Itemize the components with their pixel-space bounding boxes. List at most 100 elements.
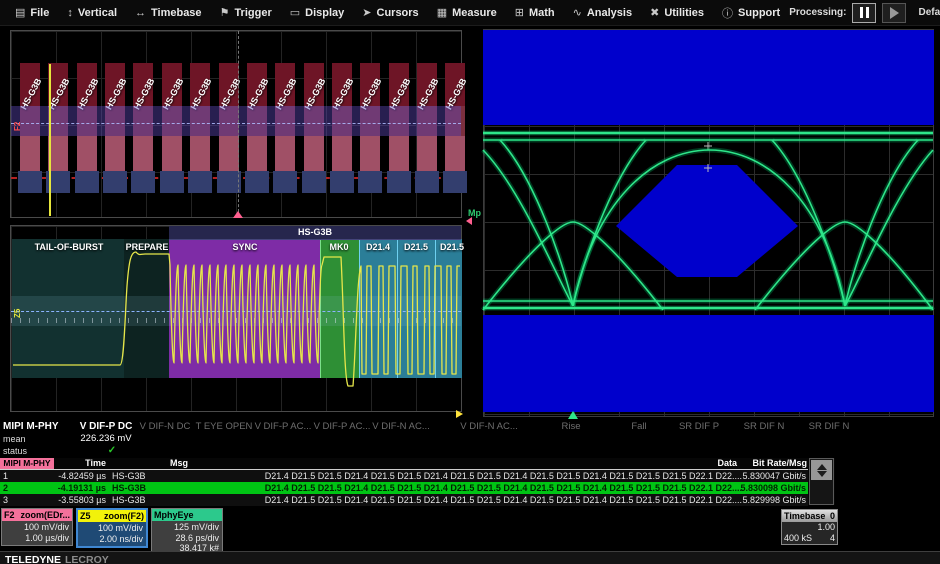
col-header-rate: Bit Rate/Msg	[707, 458, 807, 468]
menu-math[interactable]: ⊞ Math	[506, 0, 564, 26]
timebase-samples: 400 kS	[784, 533, 812, 544]
pause-button[interactable]	[852, 3, 876, 23]
trigger-marker-icon	[233, 211, 243, 218]
menu-measure[interactable]: ▦ Measure	[428, 0, 506, 26]
row-time: -3.55803 µs	[30, 494, 106, 506]
measure-col-srdifp[interactable]: SR DIF P	[679, 421, 719, 432]
analysis-icon: ∿	[573, 6, 582, 19]
brand-footer: TELEDYNELECROY	[0, 551, 940, 564]
menu-label: Measure	[452, 7, 497, 19]
trigger-icon: ⚑	[220, 6, 230, 19]
zoom-trace-f2-panel[interactable]: HS-G3B HS-G3B HS-G3B HS-G3B HS-G3B HS-G3…	[10, 30, 462, 218]
pause-icon	[866, 7, 869, 18]
decode-table-header: MIPI M-PHY Time Msg Data Bit Rate/Msg	[0, 458, 808, 470]
measure-col-vdifpac2[interactable]: V DIF-P AC...	[314, 421, 371, 432]
measurement-strip: MIPI M-PHY mean status V DIF-P DC V DIF-…	[0, 419, 940, 458]
scroll-up-icon	[817, 464, 827, 470]
scroll-buttons[interactable]	[811, 460, 832, 480]
descriptor-mphyeye[interactable]: MphyEye 125 mV/div 28.6 ps/div 38.417 k#	[151, 508, 223, 557]
status-check-icon: ✓	[108, 445, 116, 456]
menu-label: Utilities	[664, 7, 704, 19]
descriptor-function: zoom(EDr...	[20, 510, 70, 520]
play-icon	[890, 7, 899, 19]
measure-row-mean-label: mean	[3, 434, 26, 444]
row-time: -4.19131 µs	[30, 482, 106, 494]
row-msg: HS-G3B	[112, 470, 146, 482]
menu-label: Display	[305, 7, 344, 19]
row-msg: HS-G3B	[112, 482, 146, 494]
menu-label: Vertical	[78, 7, 117, 19]
menu-support[interactable]: ⓘSupport	[713, 0, 789, 26]
menu-utilities[interactable]: ✖Utilities	[641, 0, 713, 26]
timebase-icon: ↔	[135, 7, 146, 19]
tdiv-value: 2.00 ns/div	[78, 534, 143, 545]
table-row[interactable]: 1 -4.82459 µs HS-G3B D21.4 D21.5 D21.5 D…	[0, 470, 808, 482]
menu-analysis[interactable]: ∿ Analysis	[564, 0, 641, 26]
timebase-descriptor[interactable]: Timebase 0 1.00 400 kS4	[781, 509, 838, 545]
timebase-title: Timebase	[784, 511, 825, 521]
zoom-region-cursor[interactable]	[49, 64, 51, 216]
measure-col-vdifpdc[interactable]: V DIF-P DC	[80, 421, 133, 432]
processing-label: Processing:	[789, 7, 846, 18]
eye-diagram-panel[interactable]: Mp	[475, 28, 936, 419]
zoom-trace-z5-panel[interactable]: HS-G3B TAIL-OF-BURST PREPARE SYNC MK0 D2…	[10, 225, 462, 412]
menu-vertical[interactable]: ↕ Vertical	[58, 0, 126, 26]
measure-col-rise[interactable]: Rise	[561, 421, 580, 432]
pause-icon	[860, 7, 863, 18]
overlay-band	[11, 106, 461, 136]
timebase-offset: 0	[830, 511, 835, 521]
vdiv-value: 125 mV/div	[152, 522, 219, 533]
table-row[interactable]: 3 -3.55803 µs HS-G3B D21.4 D21.5 D21.5 D…	[0, 494, 808, 506]
table-row-selected[interactable]: 2 -4.19131 µs HS-G3B D21.4 D21.5 D21.5 D…	[0, 482, 808, 494]
measure-col-srdifn2[interactable]: SR DIF N	[809, 421, 850, 432]
col-header-msg: Msg	[170, 458, 188, 468]
vdiv-value: 100 mV/div	[2, 522, 69, 533]
row-bitrate: 5.829998 Gbit/s	[726, 494, 806, 506]
tdiv-value: 1.00 µs/div	[2, 533, 69, 544]
z5-position-marker-icon	[456, 410, 463, 418]
menu-trigger[interactable]: ⚑ Trigger	[211, 0, 281, 26]
measure-col-fall[interactable]: Fall	[631, 421, 646, 432]
row-bitrate: 5.830098 Gbit/s	[726, 482, 806, 494]
menu-label: File	[30, 7, 49, 19]
measure-row-status-label: status	[3, 446, 27, 456]
cursors-icon: ➤	[362, 6, 371, 19]
f2-zero-level-line	[11, 123, 461, 124]
measure-col-vdifndc[interactable]: V DIF-N DC	[140, 421, 191, 432]
descriptor-id: F2	[4, 510, 15, 520]
descriptor-z5-selected[interactable]: Z5 zoom(F2) 100 mV/div 2.00 ns/div	[76, 508, 148, 548]
menu-timebase[interactable]: ↔ Timebase	[126, 0, 211, 26]
menu-cursors[interactable]: ➤ Cursors	[353, 0, 427, 26]
lower-mask	[483, 315, 934, 412]
center-mask-hexagon	[616, 165, 798, 277]
trigger-position-line	[238, 31, 239, 217]
measure-col-vdifpac1[interactable]: V DIF-P AC...	[255, 421, 312, 432]
menu-label: Trigger	[234, 7, 271, 19]
math-icon: ⊞	[515, 6, 524, 19]
vertical-icon: ↕	[67, 7, 73, 19]
menu-label: Analysis	[587, 7, 632, 19]
table-scrollbar[interactable]	[809, 458, 834, 505]
descriptor-f2[interactable]: F2 zoom(EDr... 100 mV/div 1.00 µs/div	[1, 508, 73, 546]
row-msg: HS-G3B	[112, 494, 146, 506]
menu-right-controls: Processing: Default: Undo ↶	[789, 2, 940, 24]
menu-label: Math	[529, 7, 555, 19]
measure-col-vdifnac2[interactable]: V DIF-N AC...	[460, 421, 518, 432]
measure-title: MIPI M-PHY	[3, 421, 59, 432]
protocol-badge[interactable]: MIPI M-PHY	[0, 458, 54, 469]
menu-file[interactable]: ▤File	[6, 0, 58, 26]
menu-label: Cursors	[377, 7, 419, 19]
measure-col-teyeopen[interactable]: T EYE OPEN	[196, 421, 253, 432]
support-icon: ⓘ	[722, 5, 733, 21]
decode-table: MIPI M-PHY Time Msg Data Bit Rate/Msg 1 …	[0, 458, 835, 505]
scroll-down-icon	[817, 471, 827, 477]
row-data: D21.4 D21.5 D21.5 D21.4 D21.5 D21.5 D21.…	[192, 494, 742, 506]
menu-label: Timebase	[151, 7, 202, 19]
measure-col-vdifnac1[interactable]: V DIF-N AC...	[372, 421, 430, 432]
descriptor-id: MphyEye	[154, 510, 194, 520]
menu-display[interactable]: ▭Display	[281, 0, 354, 26]
vdiv-value: 100 mV/div	[78, 523, 143, 534]
play-button[interactable]	[882, 3, 906, 23]
measure-icon: ▦	[437, 6, 447, 19]
measure-col-srdifn1[interactable]: SR DIF N	[744, 421, 785, 432]
